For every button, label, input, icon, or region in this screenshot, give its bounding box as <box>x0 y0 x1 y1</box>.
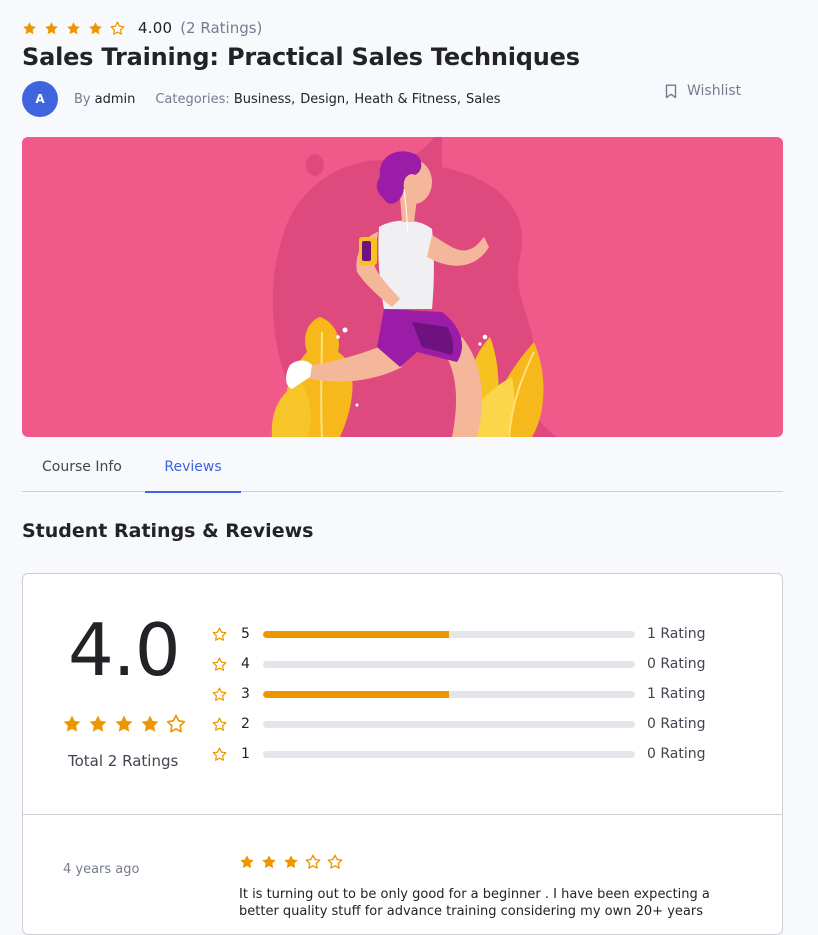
category-link-business[interactable]: Business <box>234 92 291 107</box>
categories-label: Categories: <box>155 91 230 107</box>
star-filled-icon <box>261 854 277 870</box>
runner-illustration <box>271 137 557 437</box>
star-outline-icon <box>212 747 227 762</box>
wishlist-button[interactable]: Wishlist <box>665 83 741 99</box>
rating-bar <box>263 690 635 698</box>
rating-bar <box>263 750 635 758</box>
rating-row-stars: 3 <box>241 686 250 702</box>
rating-row-3: 3 1 Rating <box>212 683 706 705</box>
course-thumbnail <box>22 137 783 437</box>
category-link-design[interactable]: Design <box>300 92 345 107</box>
review-stars <box>239 854 349 870</box>
rating-row-stars: 2 <box>241 716 250 732</box>
star-filled-icon <box>283 854 299 870</box>
rating-bar-fill <box>263 690 449 698</box>
star-filled-icon <box>66 21 81 36</box>
review-text: It is turning out to be only good for a … <box>239 887 710 919</box>
star-filled-icon <box>44 21 59 36</box>
rating-bar <box>263 630 635 638</box>
category-link-sales[interactable]: Sales <box>466 92 501 107</box>
by-label: By <box>74 91 91 107</box>
star-filled-icon <box>140 714 160 734</box>
total-ratings: Total 2 Ratings <box>68 752 179 770</box>
star-outline-icon <box>166 714 186 734</box>
average-rating: 4.0 <box>68 608 181 692</box>
rating-row-count: 1 Rating <box>647 686 706 702</box>
course-rating-stars <box>22 21 132 36</box>
course-rating: 4.00 (2 Ratings) <box>22 18 262 38</box>
rating-row-1: 1 0 Rating <box>212 743 706 765</box>
rating-row-stars: 1 <box>241 746 250 762</box>
average-rating-stars <box>62 714 192 734</box>
star-outline-icon <box>212 687 227 702</box>
category-separator: , <box>345 91 350 107</box>
author-link[interactable]: admin <box>95 92 136 107</box>
category-link-health-fitness[interactable]: Heath & Fitness <box>354 92 457 107</box>
star-outline-icon <box>327 854 343 870</box>
course-meta: A By admin Categories: Business, Design,… <box>22 81 501 117</box>
rating-row-count: 1 Rating <box>647 626 706 642</box>
star-filled-icon <box>22 21 37 36</box>
ratings-divider <box>22 814 783 815</box>
star-outline-icon <box>305 854 321 870</box>
star-filled-icon <box>239 854 255 870</box>
rating-row-count: 0 Rating <box>647 746 706 762</box>
star-outline-icon <box>212 627 227 642</box>
rating-row-count: 0 Rating <box>647 656 706 672</box>
star-filled-icon <box>88 21 103 36</box>
course-title: Sales Training: Practical Sales Techniqu… <box>22 43 580 71</box>
tab-course-info[interactable]: Course Info <box>42 446 126 491</box>
wishlist-label: Wishlist <box>687 83 742 99</box>
category-separator: , <box>291 91 296 107</box>
star-outline-icon <box>212 657 227 672</box>
rating-row-stars: 5 <box>241 626 250 642</box>
course-tabs: Course Info Reviews <box>22 446 783 493</box>
rating-row-stars: 4 <box>241 656 250 672</box>
rating-row-4: 4 0 Rating <box>212 653 706 675</box>
rating-bar <box>263 660 635 668</box>
course-rating-value: 4.00 <box>138 19 173 37</box>
category-separator: , <box>456 91 461 107</box>
rating-bar <box>263 720 635 728</box>
course-rating-count: (2 Ratings) <box>180 19 263 37</box>
rating-row-5: 5 1 Rating <box>212 623 706 645</box>
star-outline-icon <box>110 21 125 36</box>
review-date: 4 years ago <box>63 862 140 877</box>
bookmark-icon <box>665 84 677 98</box>
star-filled-icon <box>62 714 82 734</box>
rating-bar-fill <box>263 630 449 638</box>
tab-reviews[interactable]: Reviews <box>145 446 241 493</box>
star-outline-icon <box>212 717 227 732</box>
star-filled-icon <box>88 714 108 734</box>
rating-row-count: 0 Rating <box>647 716 706 732</box>
reviews-section-title: Student Ratings & Reviews <box>22 520 314 542</box>
rating-row-2: 2 0 Rating <box>212 713 706 735</box>
star-filled-icon <box>114 714 134 734</box>
author-avatar[interactable]: A <box>22 81 58 117</box>
